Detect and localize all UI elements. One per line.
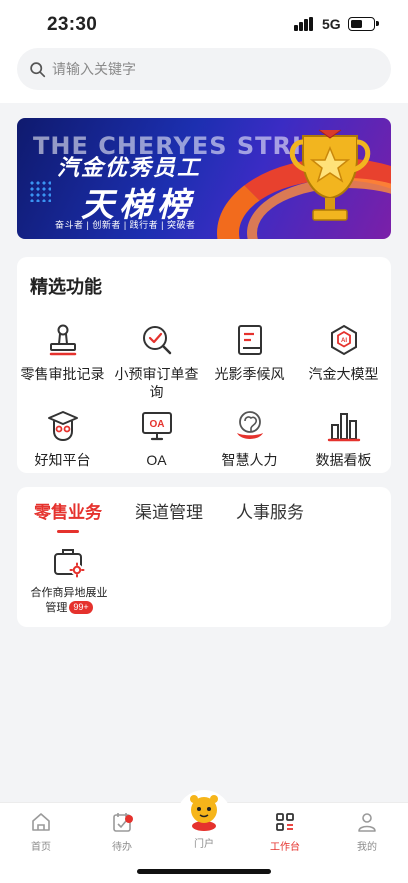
feature-label: 好知平台 — [34, 452, 91, 468]
search-bar[interactable] — [17, 48, 391, 90]
battery-icon — [348, 17, 379, 31]
header: 23:30 5G — [0, 0, 408, 103]
business-card: 零售业务 渠道管理 人事服务 合作商异地展业管理 99+ — [17, 487, 391, 627]
search-check-icon — [142, 326, 171, 355]
svg-text:OA: OA — [149, 419, 164, 430]
feature-label: 数据看板 — [315, 452, 372, 468]
feature-label: 智慧人力 — [221, 452, 278, 468]
feature-label: 零售审批记录 — [20, 366, 105, 382]
tabbar-mine[interactable]: 我的 — [337, 811, 397, 853]
owl-graduate-icon — [47, 411, 78, 442]
feature-light-shadow-season[interactable]: 光影季候风 — [203, 323, 296, 383]
signal-icon — [294, 17, 314, 31]
bar-chart-icon — [327, 413, 360, 442]
tab-channel-management[interactable]: 渠道管理 — [135, 498, 203, 523]
tabbar-todo[interactable]: 待办 — [92, 811, 152, 853]
feature-label: 光影季候风 — [214, 366, 285, 382]
status-time: 23:30 — [47, 14, 98, 35]
active-tab-indicator — [57, 530, 79, 533]
workbench-grid-icon — [276, 813, 294, 831]
stamp-icon — [49, 324, 76, 356]
search-icon — [30, 61, 46, 77]
ai-cube-icon: AI — [330, 324, 357, 356]
feature-pre-review-order-query[interactable]: 小预审订单查询 — [110, 323, 203, 401]
count-badge: 99+ — [69, 601, 93, 614]
network-label: 5G — [322, 16, 341, 32]
home-icon — [32, 813, 50, 831]
status-bar: 23:30 5G — [0, 0, 408, 48]
notification-dot — [125, 815, 133, 823]
search-input[interactable] — [52, 61, 352, 77]
feature-smart-hr[interactable]: 智慧人力 — [203, 409, 296, 469]
feature-retail-approval-record[interactable]: 零售审批记录 — [16, 323, 109, 383]
elephant-logo-icon — [236, 411, 263, 439]
feature-haozhi-platform[interactable]: 好知平台 — [16, 409, 109, 469]
user-icon — [358, 813, 376, 832]
tabbar-workbench[interactable]: 工作台 — [255, 811, 315, 853]
feature-label: 小预审订单查询 — [114, 366, 199, 400]
feature-data-dashboard[interactable]: 数据看板 — [297, 409, 390, 469]
trophy-icon — [289, 129, 371, 221]
briefcase-gear-icon — [54, 549, 85, 578]
feature-label: OA — [146, 452, 167, 468]
oa-monitor-icon: OA — [141, 412, 172, 441]
mascot-icon[interactable] — [184, 790, 224, 834]
book-icon — [237, 325, 262, 355]
tab-hr-services[interactable]: 人事服务 — [236, 498, 304, 523]
tabbar-home[interactable]: 首页 — [11, 811, 71, 853]
tab-retail-business[interactable]: 零售业务 — [34, 498, 102, 523]
feature-qijin-large-model[interactable]: AI 汽金大模型 — [297, 323, 390, 383]
feature-oa[interactable]: OA OA — [110, 409, 203, 469]
featured-functions-card: 精选功能 零售审批记录 小预审订单查询 光影季候风 AI 汽金大模型 好知平台 … — [17, 257, 391, 473]
tabbar-portal[interactable]: 门户 — [174, 835, 234, 850]
feature-label: 汽金大模型 — [308, 366, 379, 382]
home-indicator — [137, 869, 271, 874]
promo-banner[interactable]: THE CHERYES STRIVE 汽金优秀员工 天梯榜 奋斗者 | 创新者 … — [17, 118, 391, 239]
biz-item-label: 合作商异地展业管理 99+ — [30, 587, 108, 614]
biz-item-partner-remote-business[interactable]: 合作商异地展业管理 99+ — [29, 545, 109, 616]
banner-tags: 奋斗者 | 创新者 | 践行者 | 突破者 — [55, 220, 196, 230]
svg-text:AI: AI — [341, 338, 347, 344]
features-title: 精选功能 — [30, 277, 102, 297]
decor-dots — [29, 180, 51, 202]
